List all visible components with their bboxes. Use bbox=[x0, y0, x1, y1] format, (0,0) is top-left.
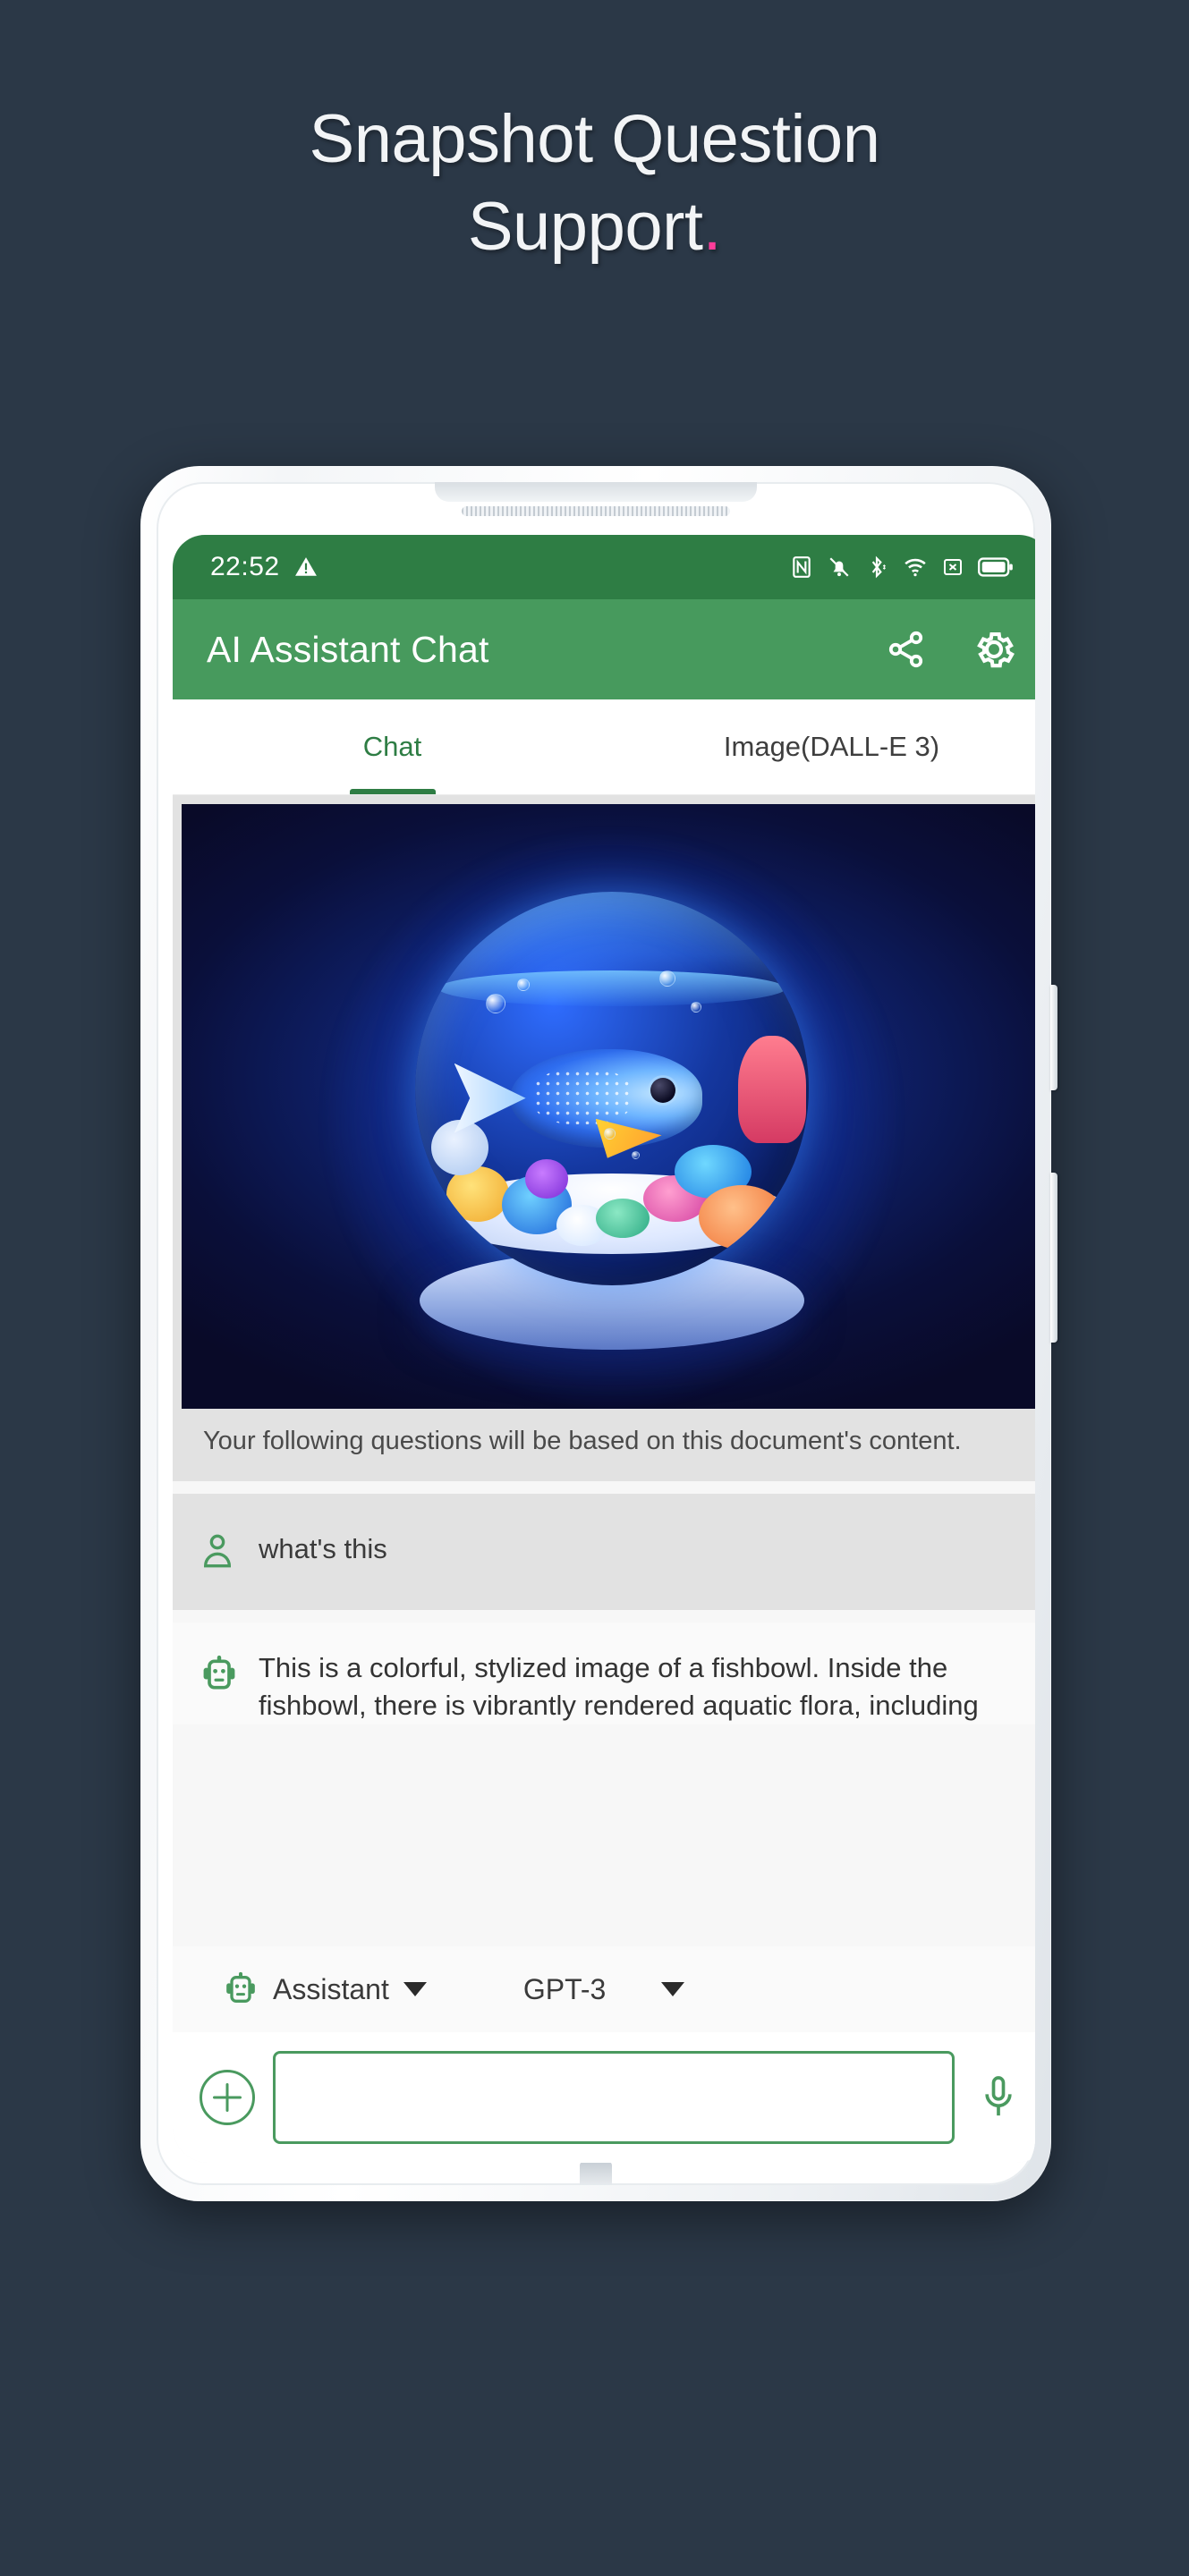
chat-body[interactable]: Your following questions will be based o… bbox=[173, 795, 1035, 2163]
bubble-1 bbox=[486, 994, 506, 1014]
phone-volume-button[interactable] bbox=[1050, 985, 1057, 1090]
bubble-4 bbox=[691, 1001, 701, 1013]
coral-7 bbox=[698, 1185, 785, 1250]
robot-icon bbox=[226, 1971, 255, 2003]
gear-icon[interactable] bbox=[971, 626, 1017, 673]
headline-line-1: Snapshot Question bbox=[309, 101, 880, 177]
fish-pattern bbox=[532, 1068, 632, 1124]
controls-bar: Assistant GPT-3 bbox=[173, 1946, 1035, 2032]
status-bar-left: 22:52 bbox=[210, 552, 318, 582]
fish-fin bbox=[595, 1118, 662, 1158]
model-selector[interactable]: GPT-3 bbox=[522, 1972, 685, 2006]
phone-notch bbox=[435, 482, 757, 502]
phone-speaker-grille bbox=[462, 506, 730, 516]
phone-usb-port bbox=[580, 2162, 612, 2185]
assistant-message-text: This is a colorful, stylized image of a … bbox=[259, 1652, 979, 1721]
status-bar: 22:52 bbox=[173, 535, 1035, 599]
robot-icon bbox=[203, 1656, 235, 1690]
assistant-message: This is a colorful, stylized image of a … bbox=[173, 1623, 1035, 1724]
input-bar bbox=[173, 2032, 1035, 2163]
headline-line-2-text: Support bbox=[467, 189, 703, 265]
fish-tail bbox=[454, 1063, 526, 1133]
message-separator bbox=[173, 1481, 1035, 1495]
tab-chat-label: Chat bbox=[362, 731, 422, 762]
sim-x-icon bbox=[944, 559, 962, 575]
chevron-down-icon[interactable] bbox=[661, 1982, 685, 1996]
user-message: what's this bbox=[173, 1494, 1035, 1611]
user-message-text: what's this bbox=[259, 1533, 387, 1565]
snapshot-caption: Your following questions will be based o… bbox=[182, 1409, 1035, 1482]
phone-screen: 22:52 AI Assistant Chat Chat Image(DALL-… bbox=[173, 535, 1035, 2163]
tab-bar: Chat Image(DALL-E 3) bbox=[173, 699, 1035, 795]
app-title: AI Assistant Chat bbox=[207, 628, 489, 670]
tab-image-dalle[interactable]: Image(DALL-E 3) bbox=[612, 699, 1035, 794]
plus-circle-icon[interactable] bbox=[200, 2070, 255, 2125]
chevron-down-icon[interactable] bbox=[403, 1982, 427, 1996]
marketing-page: Snapshot Question Support. 22:52 AI Assi… bbox=[0, 0, 1189, 2576]
fishbowl bbox=[415, 891, 809, 1285]
tab-image-dalle-label: Image(DALL-E 3) bbox=[723, 731, 940, 762]
bubble-6 bbox=[632, 1151, 640, 1160]
app-bar-actions bbox=[885, 626, 1017, 673]
coral-1 bbox=[446, 1166, 510, 1223]
person-icon bbox=[203, 1534, 232, 1568]
status-bar-time: 22:52 bbox=[210, 552, 280, 581]
phone-bezel: 22:52 AI Assistant Chat Chat Image(DALL-… bbox=[157, 482, 1035, 2185]
battery-icon bbox=[978, 557, 1013, 577]
microphone-icon[interactable] bbox=[972, 2072, 1024, 2123]
fish-eye bbox=[650, 1077, 675, 1103]
share-icon[interactable] bbox=[885, 628, 928, 671]
page-title: Snapshot Question Support. bbox=[0, 106, 1189, 261]
message-input[interactable] bbox=[273, 2051, 955, 2144]
app-bar: AI Assistant Chat bbox=[173, 599, 1035, 699]
bubble-3 bbox=[658, 970, 675, 987]
model-selector-label: GPT-3 bbox=[522, 1972, 607, 2005]
tab-chat[interactable]: Chat bbox=[173, 699, 612, 794]
role-selector-label: Assistant bbox=[273, 1972, 389, 2005]
headline-line-2: Support. bbox=[0, 193, 1189, 261]
snapshot-message: Your following questions will be based o… bbox=[173, 795, 1035, 1482]
phone-power-button[interactable] bbox=[1050, 1173, 1057, 1343]
warning-triangle-icon bbox=[294, 557, 317, 576]
bell-muted-icon bbox=[829, 557, 849, 577]
nfc-icon bbox=[793, 556, 811, 578]
message-separator-2 bbox=[173, 1610, 1035, 1623]
role-selector[interactable]: Assistant bbox=[223, 1970, 427, 2009]
phone-mockup: 22:52 AI Assistant Chat Chat Image(DALL-… bbox=[140, 466, 1057, 2201]
headline-accent-dot: . bbox=[702, 189, 722, 265]
bluetooth-icon bbox=[871, 555, 886, 579]
wifi-icon bbox=[904, 558, 926, 577]
status-bar-right bbox=[790, 555, 1014, 579]
snapshot-image[interactable] bbox=[182, 804, 1035, 1409]
coral-8 bbox=[737, 1036, 806, 1144]
